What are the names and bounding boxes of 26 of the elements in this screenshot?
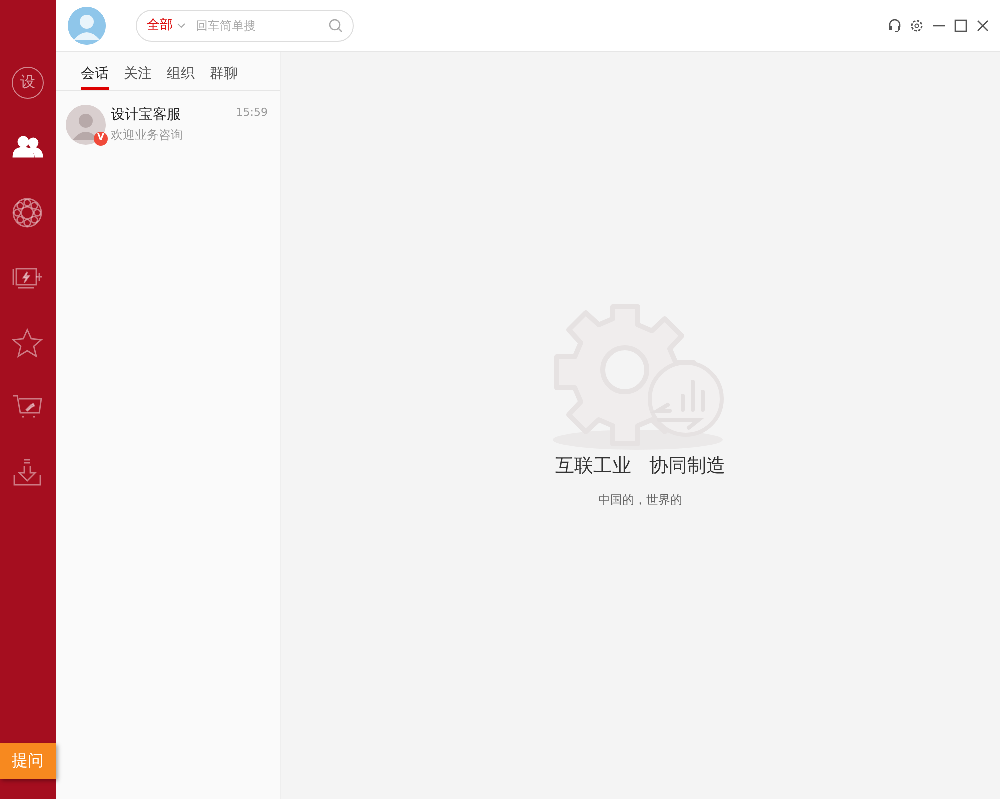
tab[interactable]: 会话 xyxy=(81,64,109,90)
tab[interactable]: 关注 xyxy=(124,64,152,90)
contact-avatar xyxy=(66,105,106,145)
bearing-icon[interactable] xyxy=(12,198,44,228)
settings-icon[interactable] xyxy=(910,18,924,32)
message-time: 15:59 xyxy=(236,105,268,121)
star-icon[interactable] xyxy=(12,328,44,358)
close-icon[interactable] xyxy=(976,18,990,32)
conversation-item[interactable]: V 设计宝客服 欢迎业务咨询 15:59 xyxy=(56,91,280,145)
search-icon[interactable] xyxy=(329,18,343,32)
verified-badge: V xyxy=(94,132,108,146)
chevron-down-icon xyxy=(177,22,186,28)
download-icon[interactable] xyxy=(12,458,44,488)
slogan-subtitle: 中国的，世界的 xyxy=(598,492,682,509)
slogan-title: 协同制造 xyxy=(650,454,726,480)
search-field[interactable]: 全部 回车简单搜 xyxy=(136,10,354,42)
slogan-title: 互联工业 xyxy=(556,454,632,480)
last-message: 欢迎业务咨询 xyxy=(111,127,183,144)
user-avatar[interactable] xyxy=(68,6,106,44)
headset-icon[interactable] xyxy=(888,18,902,32)
maximize-icon[interactable] xyxy=(954,18,968,32)
scope-dropdown[interactable]: 全部 xyxy=(147,16,173,36)
tab[interactable]: 组织 xyxy=(167,64,195,90)
contact-name: 设计宝客服 xyxy=(111,106,182,125)
tab[interactable]: 群聊 xyxy=(210,64,238,90)
logo-badge[interactable]: 设 xyxy=(12,66,44,98)
